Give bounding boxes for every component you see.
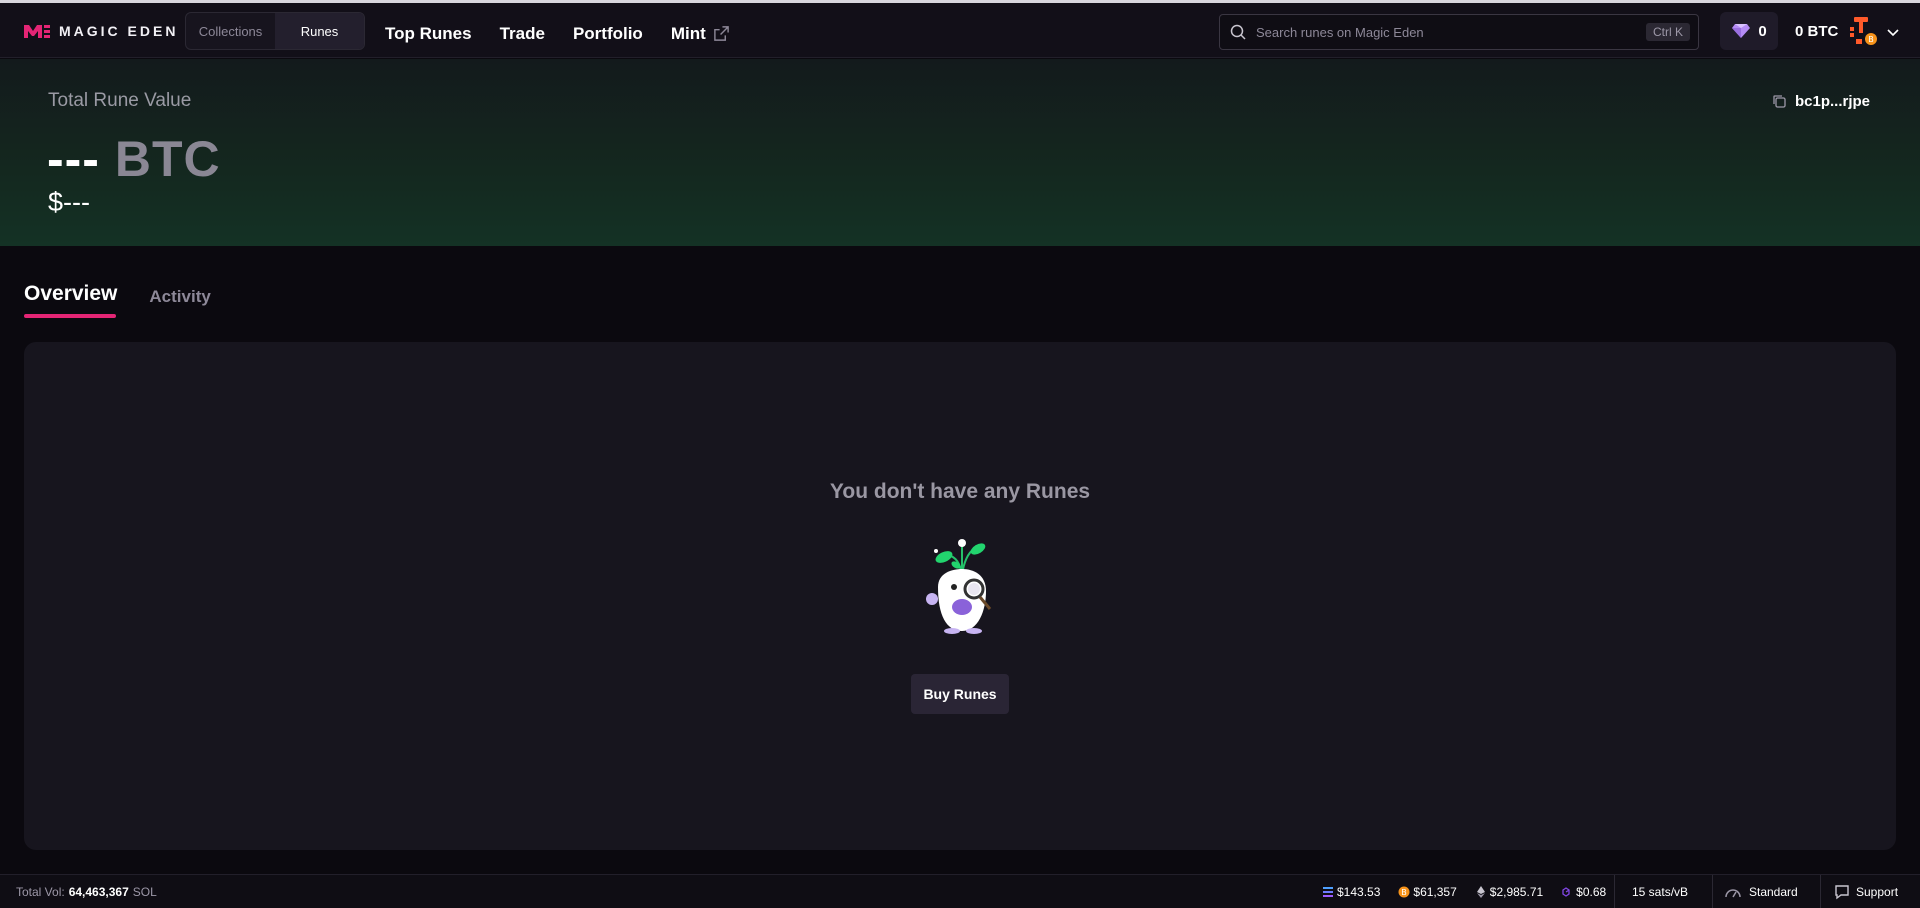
nav-mint[interactable]: Mint (671, 24, 730, 44)
token-prices: $143.53 B $61,357 $2,985.71 $0.68 (1322, 875, 1606, 908)
status-footer: Total Vol: 64,463,367 SOL $143.53 B $61,… (0, 874, 1920, 908)
main-nav: Top Runes Trade Portfolio Mint (385, 6, 730, 61)
wallet-address-copy[interactable]: bc1p...rjpe (1772, 86, 1870, 116)
nav-portfolio[interactable]: Portfolio (573, 24, 643, 44)
btc-price-value: $61,357 (1413, 885, 1457, 899)
sol-price-value: $143.53 (1337, 885, 1381, 899)
logo-text: MAGIC EDEN (59, 23, 179, 39)
search-box[interactable]: Ctrl K (1219, 14, 1699, 50)
total-volume-unit: SOL (132, 885, 157, 899)
portfolio-summary: Total Rune Value --- BTC $--- bc1p...rjp… (0, 59, 1920, 246)
solana-icon (1323, 887, 1333, 897)
sol-price: $143.53 (1322, 885, 1380, 899)
usd-value: $--- (48, 187, 90, 217)
wallet-address: bc1p...rjpe (1794, 92, 1870, 110)
total-rune-value: --- BTC (47, 130, 221, 188)
rewards-gem-button[interactable]: 0 (1720, 12, 1778, 50)
fee-speed-label: Standard (1749, 885, 1798, 899)
mascot-illustration (926, 539, 992, 634)
segment-collections[interactable]: Collections (186, 13, 275, 49)
btc-unit: BTC (114, 131, 221, 187)
buy-runes-button[interactable]: Buy Runes (911, 674, 1009, 714)
matic-price: $0.68 (1561, 885, 1606, 899)
polygon-icon (1562, 887, 1570, 897)
gauge-icon (1725, 889, 1741, 898)
ethereum-icon (1476, 886, 1485, 898)
gem-count: 0 (1758, 22, 1767, 40)
btc-price: B $61,357 (1398, 885, 1457, 899)
total-volume-label: Total Vol: (16, 885, 65, 899)
support-label: Support (1856, 885, 1899, 899)
gem-icon (1732, 24, 1751, 38)
matic-price-value: $0.68 (1576, 885, 1607, 899)
svg-text:B: B (1868, 35, 1874, 44)
logo-mark-icon (24, 25, 50, 38)
btc-value-placeholder: --- (47, 131, 100, 187)
search-input[interactable] (1256, 24, 1646, 40)
portfolio-tabs: Overview Activity (24, 280, 211, 320)
chat-icon (1835, 885, 1849, 900)
nav-top-runes[interactable]: Top Runes (385, 24, 472, 44)
total-rune-value-label: Total Rune Value (48, 90, 192, 111)
search-shortcut-badge: Ctrl K (1646, 23, 1690, 41)
top-nav-bar: MAGIC EDEN Collections Runes Top Runes T… (0, 3, 1920, 58)
total-volume-value: 64,463,367 (68, 885, 129, 899)
network-fee: 15 sats/vB (1614, 875, 1688, 908)
tab-overview[interactable]: Overview (24, 280, 117, 318)
search-icon (1230, 24, 1246, 40)
network-fee-value: 15 sats/vB (1632, 885, 1689, 899)
segment-runes[interactable]: Runes (275, 13, 364, 49)
bitcoin-icon: B (1398, 886, 1410, 898)
nav-mint-label: Mint (670, 23, 706, 43)
tab-activity[interactable]: Activity (149, 280, 210, 307)
fee-speed-selector[interactable]: Standard (1712, 875, 1798, 908)
eth-price: $2,985.71 (1475, 885, 1543, 899)
avatar-icon[interactable]: B (1848, 17, 1878, 47)
external-link-icon (713, 26, 729, 41)
total-volume: Total Vol: 64,463,367 SOL (16, 875, 157, 908)
empty-state-message: You don't have any Runes (829, 480, 1091, 503)
eth-price-value: $2,985.71 (1489, 885, 1544, 899)
chevron-down-icon[interactable] (1886, 25, 1900, 39)
runes-panel: You don't have any Runes Buy Runes (24, 342, 1896, 850)
svg-text:B: B (1402, 888, 1408, 897)
support-button[interactable]: Support (1820, 875, 1898, 908)
btc-balance[interactable]: 0 BTC (1795, 23, 1838, 40)
collections-runes-toggle: Collections Runes (185, 12, 365, 50)
nav-trade[interactable]: Trade (500, 24, 545, 44)
magic-eden-logo[interactable]: MAGIC EDEN (23, 21, 178, 41)
copy-icon (1773, 95, 1786, 108)
